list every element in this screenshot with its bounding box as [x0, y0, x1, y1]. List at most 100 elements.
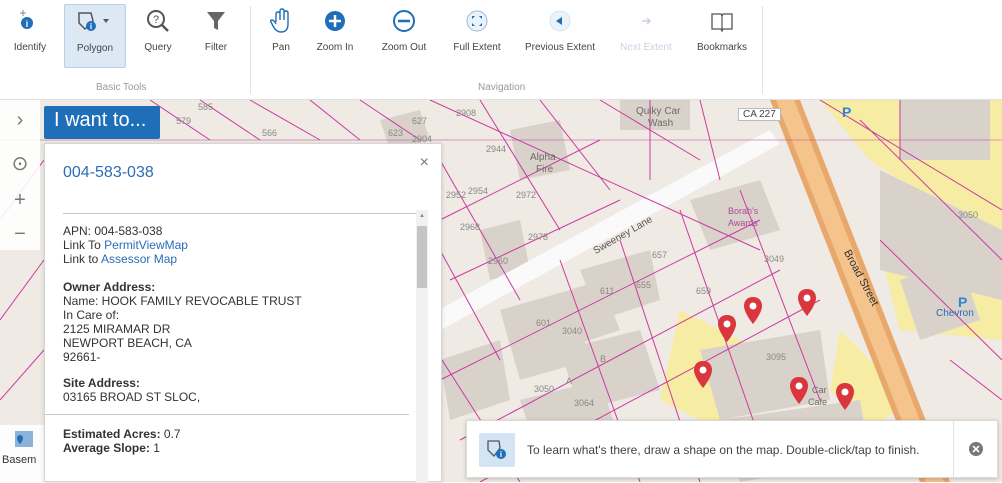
map-label-awards: Awards	[728, 218, 758, 228]
assessor-link-prefix: Link to	[63, 252, 102, 266]
bookmarks-button[interactable]: Bookmarks	[688, 4, 756, 68]
locate-icon[interactable]: ⊙	[6, 150, 34, 178]
full-extent-button[interactable]: Full Extent	[444, 4, 510, 68]
route-shield-ca227: CA 227	[738, 108, 781, 121]
panel-content: APN: 004-583-038 Link To PermitViewMap L…	[45, 224, 409, 465]
parking-icon: P	[842, 104, 852, 120]
next-extent-button[interactable]: Next Extent	[608, 4, 684, 68]
i-want-to-button[interactable]: I want to...	[44, 106, 160, 139]
location-pin-icon[interactable]	[742, 296, 764, 326]
polygon-identify-icon: i	[479, 433, 515, 467]
map-label-car: Car	[812, 385, 827, 395]
owner-address-line3: 92661-	[63, 350, 101, 364]
identify-button[interactable]: i Identify	[2, 4, 58, 68]
identify-icon: i	[2, 6, 58, 36]
map-side-controls: › ⊙ + −	[0, 100, 40, 250]
close-icon[interactable]: ×	[420, 154, 429, 172]
polygon-button[interactable]: i Polygon	[64, 4, 126, 68]
parcel-number: 3049	[764, 254, 785, 264]
query-label: Query	[144, 42, 172, 53]
pan-button[interactable]: Pan	[258, 4, 304, 68]
section-divider	[45, 414, 409, 415]
parcel-number: 2968	[460, 222, 481, 232]
parcel-number: 659	[696, 286, 712, 296]
parcel-number: 611	[600, 286, 615, 296]
close-circle-icon	[968, 442, 983, 456]
location-pin-icon[interactable]	[716, 314, 738, 344]
pan-label: Pan	[272, 42, 290, 53]
location-pin-icon[interactable]	[796, 288, 818, 318]
next-extent-label: Next Extent	[620, 42, 672, 53]
zoom-out-icon	[372, 6, 436, 36]
svg-text:i: i	[26, 19, 29, 29]
panel-scrollbar[interactable]: ▲	[416, 210, 428, 483]
previous-extent-label: Previous Extent	[524, 42, 596, 53]
average-slope-label: Average Slope:	[63, 441, 150, 455]
parcel-info-panel: 004-583-038 × APN: 004-583-038 Link To P…	[44, 143, 442, 483]
parcel-letter: B	[600, 354, 607, 364]
basemap-label: Basem	[2, 454, 37, 466]
in-care-of: In Care of:	[63, 308, 120, 322]
zoom-in-button[interactable]: Zoom In	[310, 4, 360, 68]
parcel-number: 3050	[534, 384, 555, 394]
drawing-hint-toast: i To learn what's there, draw a shape on…	[466, 420, 998, 478]
map-label-wash: Wash	[648, 118, 674, 129]
location-pin-icon[interactable]	[788, 376, 810, 406]
estimated-acres-value: 0.7	[160, 427, 181, 441]
scrollbar-thumb[interactable]	[417, 226, 427, 288]
svg-text:i: i	[500, 450, 502, 459]
query-button[interactable]: ? Query	[132, 4, 184, 68]
svg-text:i: i	[90, 22, 92, 31]
bookmarks-label: Bookmarks	[696, 42, 747, 53]
permit-view-map-link[interactable]: PermitViewMap	[104, 238, 188, 252]
parcel-number: 3095	[766, 352, 787, 362]
svg-text:?: ?	[153, 14, 159, 26]
zoom-out-button[interactable]: Zoom Out	[372, 4, 436, 68]
map-label-fire: Fire	[536, 164, 554, 175]
map-label-alpha: Alpha	[530, 152, 556, 163]
parcel-number: 2944	[486, 144, 507, 154]
parcel-number: 3040	[562, 326, 583, 336]
apn-text: APN: 004-583-038	[63, 224, 163, 238]
scroll-up-icon[interactable]: ▲	[419, 213, 425, 219]
location-pin-icon[interactable]	[834, 382, 856, 412]
parcel-letter: A	[566, 376, 573, 386]
expand-chevron-icon[interactable]: ›	[6, 106, 34, 134]
toolbar-separator	[250, 6, 251, 94]
toolbar: i Identify i Polygon ? Query Filter Basi…	[0, 0, 1002, 100]
site-address: 03165 BROAD ST SLOC,	[63, 390, 201, 404]
parcel-number: 657	[652, 250, 668, 260]
navigation-group-label: Navigation	[478, 82, 526, 93]
previous-extent-button[interactable]: Previous Extent	[516, 4, 604, 68]
basemap-button[interactable]: Basem	[0, 425, 44, 482]
owner-address-line1: 2125 MIRAMAR DR	[63, 322, 171, 336]
hint-close-button[interactable]	[953, 421, 997, 477]
previous-extent-icon	[516, 6, 604, 36]
zoom-out-control[interactable]: −	[6, 220, 34, 248]
parcel-number: 566	[262, 128, 278, 138]
estimated-acres-label: Estimated Acres:	[63, 427, 161, 441]
map-label-quiky: Quiky Car	[636, 106, 681, 117]
zoom-in-control[interactable]: +	[6, 186, 34, 214]
parcel-number: 579	[176, 116, 192, 126]
parcel-number: 601	[536, 318, 552, 328]
parcel-number: 2954	[468, 186, 489, 196]
filter-button[interactable]: Filter	[190, 4, 242, 68]
panel-title: 004-583-038	[63, 164, 154, 181]
hint-text: To learn what's there, draw a shape on t…	[527, 443, 920, 457]
parcel-number: 655	[636, 280, 652, 290]
owner-address-heading: Owner Address:	[63, 280, 156, 294]
parcel-number: 2960	[488, 256, 509, 266]
basemap-icon	[15, 431, 33, 447]
average-slope-value: 1	[149, 441, 160, 455]
owner-address-line2: NEWPORT BEACH, CA	[63, 336, 192, 350]
location-pin-icon[interactable]	[692, 360, 714, 390]
assessor-map-link[interactable]: Assessor Map	[101, 252, 177, 266]
filter-icon	[190, 6, 242, 36]
parcel-number: 585	[198, 102, 214, 112]
zoom-in-label: Zoom In	[316, 42, 354, 53]
parcel-number: 627	[412, 116, 428, 126]
parcel-number: 2952	[446, 190, 467, 200]
bookmarks-icon	[688, 6, 756, 36]
basic-tools-group-label: Basic Tools	[96, 82, 147, 93]
